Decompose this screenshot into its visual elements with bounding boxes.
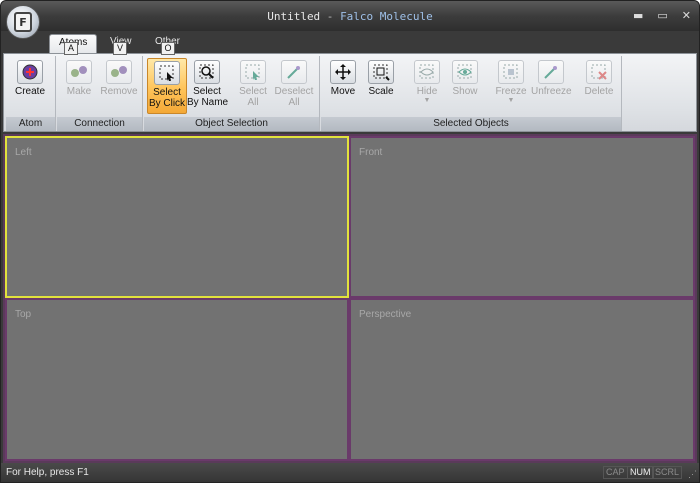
- group-label-selected-objects: Selected Objects: [321, 117, 621, 131]
- scale-button[interactable]: Scale: [361, 58, 401, 114]
- num-lock-indicator: NUM: [627, 466, 654, 479]
- show-button[interactable]: Show: [445, 58, 485, 114]
- group-label-connection: Connection: [57, 117, 142, 131]
- delete-label: Delete: [584, 86, 614, 97]
- application-menu-button[interactable]: F: [6, 5, 40, 39]
- group-connection: Make Remove Connection: [57, 56, 143, 131]
- status-bar: For Help, press F1 CAP NUM SCRL ⋰: [1, 463, 699, 482]
- keytip-view: V: [113, 42, 127, 55]
- unfreeze-label: Unfreeze: [531, 86, 572, 97]
- group-object-selection: Select By Click Select By Name Select Al…: [144, 56, 320, 131]
- group-atom: Create Atom: [6, 56, 56, 131]
- show-label: Show: [452, 86, 478, 97]
- select-by-name-button[interactable]: Select By Name: [187, 58, 229, 114]
- deselect-all-icon: [281, 60, 307, 84]
- freeze-dropdown-arrow-icon[interactable]: ▼: [491, 97, 531, 105]
- deselect-all-line2: All: [288, 97, 300, 108]
- freeze-label: Freeze: [495, 86, 527, 97]
- viewport-perspective[interactable]: Perspective: [349, 298, 695, 461]
- move-button[interactable]: Move: [323, 58, 363, 114]
- atom-create-icon: [17, 60, 43, 84]
- viewport-front[interactable]: Front: [349, 136, 695, 298]
- deselect-all-line1: Deselect: [274, 86, 314, 97]
- app-window: Untitled - Falco Molecule ▬ ▭ ✕ F Atoms …: [0, 0, 700, 483]
- hide-icon: [414, 60, 440, 84]
- viewport-top[interactable]: Top: [5, 298, 349, 461]
- unfreeze-button[interactable]: Unfreeze: [531, 58, 572, 114]
- make-label: Make: [66, 86, 92, 97]
- ribbon-tabs: Atoms View Other: [1, 31, 699, 53]
- keytip-atoms: A: [64, 42, 78, 55]
- minimize-button[interactable]: ▬: [633, 9, 643, 22]
- group-selected-objects: Move Scale Hide ▼ Show Freeze ▼ Unfreeze…: [321, 56, 622, 131]
- select-by-name-line1: Select: [193, 86, 221, 97]
- app-logo-icon: F: [14, 12, 32, 32]
- caps-lock-indicator: CAP: [603, 466, 628, 479]
- ribbon: Create Atom Make Remove Connection Selec…: [3, 53, 697, 132]
- select-all-line1: Select: [239, 86, 267, 97]
- hide-label: Hide: [416, 86, 438, 97]
- select-all-button[interactable]: Select All: [233, 58, 273, 114]
- status-text: For Help, press F1: [6, 467, 89, 478]
- viewport-area: Left Front Top Perspective: [3, 134, 697, 463]
- keytip-other: O: [161, 42, 175, 55]
- select-by-name-icon: [194, 60, 220, 84]
- resize-grip-icon[interactable]: ⋰: [688, 469, 697, 480]
- select-by-click-line1: Select: [153, 87, 181, 98]
- scale-label: Scale: [368, 86, 394, 97]
- freeze-icon: [498, 60, 524, 84]
- document-name: Untitled: [267, 10, 321, 23]
- hide-button[interactable]: Hide ▼: [407, 58, 447, 114]
- viewport-label-front: Front: [359, 147, 383, 158]
- app-name: Falco Molecule: [340, 10, 433, 23]
- show-icon: [452, 60, 478, 84]
- group-label-atom: Atom: [6, 117, 55, 131]
- select-all-line2: All: [247, 97, 259, 108]
- select-by-click-button[interactable]: Select By Click: [147, 58, 187, 114]
- select-by-click-icon: [154, 61, 180, 85]
- group-label-object-selection: Object Selection: [144, 117, 319, 131]
- viewport-label-perspective: Perspective: [359, 309, 412, 320]
- select-all-icon: [240, 60, 266, 84]
- select-by-name-line2: By Name: [187, 97, 229, 108]
- move-label: Move: [330, 86, 356, 97]
- unfreeze-icon: [538, 60, 564, 84]
- delete-button[interactable]: Delete: [579, 58, 619, 114]
- window-title: Untitled - Falco Molecule: [1, 10, 699, 23]
- hide-dropdown-arrow-icon[interactable]: ▼: [407, 97, 447, 105]
- delete-icon: [586, 60, 612, 84]
- title-bar[interactable]: Untitled - Falco Molecule ▬ ▭ ✕: [1, 1, 699, 31]
- select-by-click-line2: By Click: [148, 98, 186, 109]
- remove-label: Remove: [100, 86, 138, 97]
- title-separator: -: [320, 10, 341, 23]
- create-button[interactable]: Create: [10, 58, 50, 114]
- bond-remove-icon: [106, 60, 132, 84]
- scale-icon: [368, 60, 394, 84]
- remove-button[interactable]: Remove: [99, 58, 139, 114]
- close-button[interactable]: ✕: [682, 9, 691, 22]
- bond-make-icon: [66, 60, 92, 84]
- window-controls: ▬ ▭ ✕: [633, 9, 691, 22]
- move-icon: [330, 60, 356, 84]
- create-label: Create: [14, 86, 45, 97]
- viewport-label-left: Left: [15, 147, 32, 158]
- viewport-label-top: Top: [15, 309, 32, 320]
- scroll-lock-indicator: SCRL: [652, 466, 683, 479]
- viewport-left[interactable]: Left: [5, 136, 349, 298]
- make-button[interactable]: Make: [59, 58, 99, 114]
- maximize-button[interactable]: ▭: [657, 9, 667, 22]
- freeze-button[interactable]: Freeze ▼: [491, 58, 531, 114]
- deselect-all-button[interactable]: Deselect All: [274, 58, 314, 114]
